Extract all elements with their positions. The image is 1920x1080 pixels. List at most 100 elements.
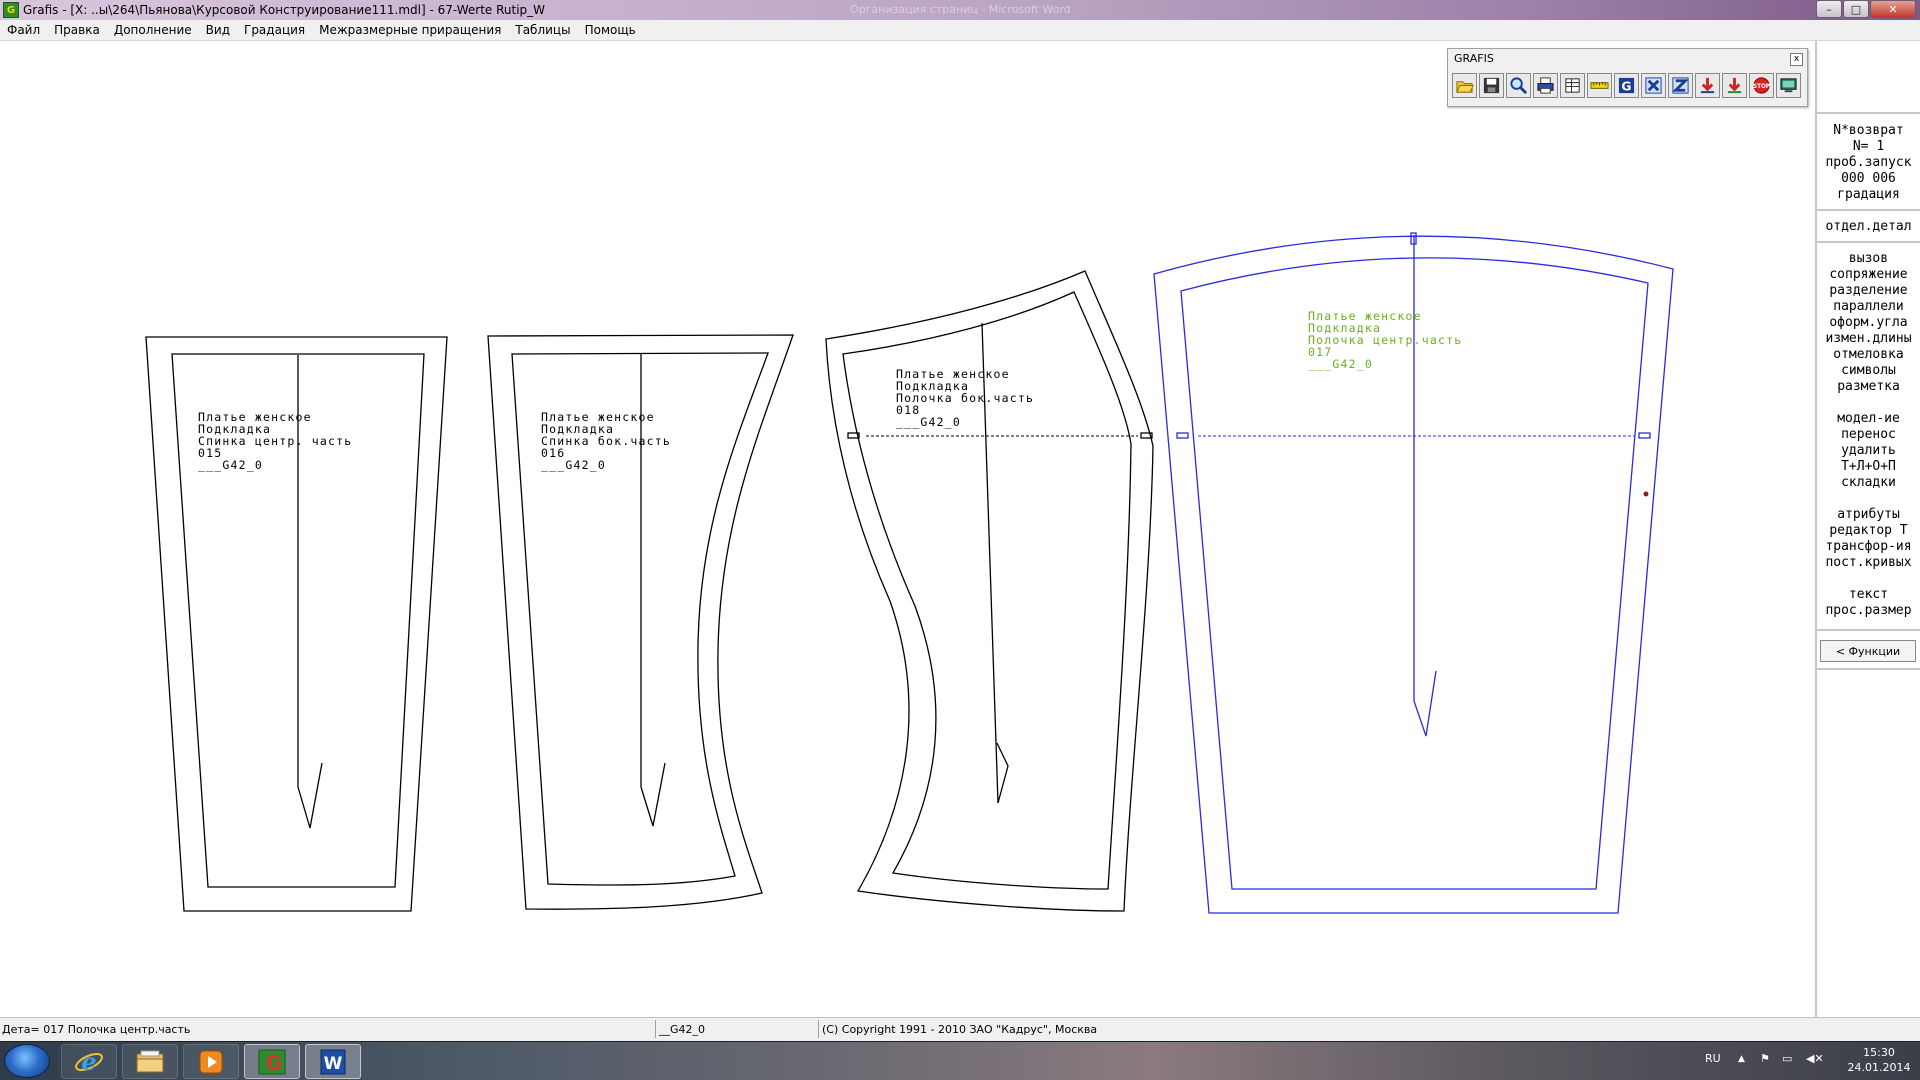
svg-text:G: G xyxy=(1621,79,1631,93)
piece-label-front-side: Платье женское Подкладка Полочка бок.час… xyxy=(896,367,1033,429)
grafis-app-icon[interactable]: G xyxy=(3,2,19,18)
taskbar-word[interactable]: W xyxy=(305,1044,361,1079)
menu-size-increments[interactable]: Межразмерные приращения xyxy=(312,23,508,37)
menu-edit[interactable]: Правка xyxy=(47,23,107,37)
grafis-app-icon: G xyxy=(258,1049,286,1075)
panel-corner-design[interactable]: оформ.угла xyxy=(1817,315,1920,331)
close-button[interactable]: ✕ xyxy=(1870,0,1916,18)
download-green-button[interactable] xyxy=(1722,73,1747,98)
panel-text[interactable]: текст xyxy=(1817,587,1920,603)
clock-date: 24.01.2014 xyxy=(1847,1061,1911,1074)
volume-muted-icon[interactable]: ◀✕ xyxy=(1806,1052,1824,1065)
panel-build-curves[interactable]: пост.кривых xyxy=(1817,555,1920,571)
notch xyxy=(1176,432,1189,439)
svg-text:W: W xyxy=(324,1054,343,1074)
panel-parallels[interactable]: параллели xyxy=(1817,299,1920,315)
piece-label-back-center: Платье женское Подкладка Спинка центр. ч… xyxy=(198,410,351,472)
piece-label-back-side: Платье женское Подкладка Спинка бок.част… xyxy=(541,410,670,472)
print-button[interactable] xyxy=(1533,73,1558,98)
grafis-toolbar[interactable]: GRAFIS x G STOP xyxy=(1447,48,1808,107)
panel-modeling[interactable]: модел-ие xyxy=(1817,411,1920,427)
panel-call[interactable]: вызов xyxy=(1817,251,1920,267)
menu-addons[interactable]: Дополнение xyxy=(107,23,199,37)
menu-help[interactable]: Помощь xyxy=(578,23,643,37)
layout-button[interactable] xyxy=(1560,73,1585,98)
toolbar-close-button[interactable]: x xyxy=(1790,53,1803,66)
stop-button[interactable]: STOP xyxy=(1749,73,1774,98)
panel-chalk-marking[interactable]: отмеловка xyxy=(1817,347,1920,363)
printer-icon xyxy=(1537,77,1554,94)
taskbar: e G W RU ▲ ⚑ ▭ ◀✕ 15:30 24.01.2014 xyxy=(0,1041,1920,1080)
panel-attributes[interactable]: атрибуты xyxy=(1817,507,1920,523)
menu-view[interactable]: Вид xyxy=(199,23,237,37)
svg-text:G: G xyxy=(266,1051,282,1075)
pattern-drawing: Платье женское Подкладка Спинка центр. ч… xyxy=(145,232,1674,914)
drawing-canvas[interactable]: Платье женское Подкладка Спинка центр. ч… xyxy=(0,41,1815,1017)
panel-symbols[interactable]: символы xyxy=(1817,363,1920,379)
status-divider xyxy=(655,1020,656,1038)
taskbar-grafis[interactable]: G xyxy=(244,1044,300,1079)
export-z-button[interactable] xyxy=(1668,73,1693,98)
clock[interactable]: 15:30 24.01.2014 xyxy=(1844,1045,1914,1075)
language-indicator[interactable]: RU xyxy=(1705,1052,1721,1065)
network-icon[interactable]: ▭ xyxy=(1782,1052,1792,1065)
svg-text:e: e xyxy=(81,1047,96,1076)
taskbar-file-explorer[interactable] xyxy=(122,1044,178,1079)
export-x-button[interactable] xyxy=(1641,73,1666,98)
panel-text-editor[interactable]: редактор Т xyxy=(1817,523,1920,539)
taskbar-media-player[interactable] xyxy=(183,1044,239,1079)
download-red-button[interactable] xyxy=(1695,73,1720,98)
dart xyxy=(640,762,666,827)
menu-bar: Файл Правка Дополнение Вид Градация Межр… xyxy=(0,20,1920,41)
panel-transfer[interactable]: перенос xyxy=(1817,427,1920,443)
monitor-button[interactable] xyxy=(1776,73,1801,98)
monitor-icon xyxy=(1780,78,1797,93)
menu-tables[interactable]: Таблицы xyxy=(508,23,577,37)
export-x-icon xyxy=(1645,77,1662,94)
piece-label-front-center: Платье женское Подкладка Полочка центр.ч… xyxy=(1308,309,1461,371)
panel-separator xyxy=(1817,668,1920,670)
maximize-button[interactable]: □ xyxy=(1843,0,1869,18)
panel-change-length[interactable]: измен.длины xyxy=(1817,331,1920,347)
export-z-icon xyxy=(1672,77,1689,94)
ruler-icon xyxy=(1590,82,1609,89)
start-button[interactable] xyxy=(4,1044,50,1078)
panel-marking[interactable]: разметка xyxy=(1817,379,1920,395)
save-button[interactable] xyxy=(1479,73,1504,98)
grading-icon: G xyxy=(1618,77,1635,93)
panel-grading[interactable]: градация xyxy=(1817,187,1920,203)
download-red-icon xyxy=(1700,77,1715,94)
grading-button[interactable]: G xyxy=(1614,73,1639,98)
panel-folds[interactable]: складки xyxy=(1817,475,1920,491)
dart xyxy=(1413,670,1437,737)
zoom-button[interactable] xyxy=(1506,73,1531,98)
panel-split[interactable]: разделение xyxy=(1817,283,1920,299)
panel-finish-detail[interactable]: отдел.детал xyxy=(1817,219,1920,235)
menu-file[interactable]: Файл xyxy=(0,23,47,37)
panel-delete[interactable]: удалить xyxy=(1817,443,1920,459)
action-center-icon[interactable]: ⚑ xyxy=(1760,1052,1770,1065)
status-copyright: (С) Copyright 1991 - 2010 ЗАО "Кадрус", … xyxy=(822,1023,1098,1036)
panel-test-run[interactable]: проб.запуск xyxy=(1817,155,1920,171)
media-player-icon xyxy=(199,1050,223,1073)
panel-transform[interactable]: трансфор-ия xyxy=(1817,539,1920,555)
functions-button[interactable]: < Функции xyxy=(1820,640,1916,662)
panel-conjugation[interactable]: сопряжение xyxy=(1817,267,1920,283)
measure-button[interactable] xyxy=(1587,73,1612,98)
dart xyxy=(297,762,323,829)
taskbar-internet-explorer[interactable]: e xyxy=(61,1044,117,1079)
minimize-button[interactable]: – xyxy=(1816,0,1842,18)
svg-text:STOP: STOP xyxy=(1753,84,1770,90)
tray-expand-icon[interactable]: ▲ xyxy=(1738,1054,1745,1064)
open-button[interactable] xyxy=(1452,73,1477,98)
menu-grading[interactable]: Градация xyxy=(237,23,312,37)
panel-tlop[interactable]: Т+Л+О+П xyxy=(1817,459,1920,475)
panel-view-size[interactable]: прос.размер xyxy=(1817,603,1920,619)
internet-explorer-icon: e xyxy=(75,1047,103,1076)
status-bar: Дета= 017 Полочка центр.часть __G42_0 (С… xyxy=(0,1017,1920,1041)
stitch-line xyxy=(842,291,1132,890)
cursor-point xyxy=(1643,491,1649,497)
word-icon: W xyxy=(320,1049,346,1074)
notch xyxy=(1638,432,1651,439)
panel-return-counter[interactable]: N*возврат xyxy=(1817,123,1920,139)
